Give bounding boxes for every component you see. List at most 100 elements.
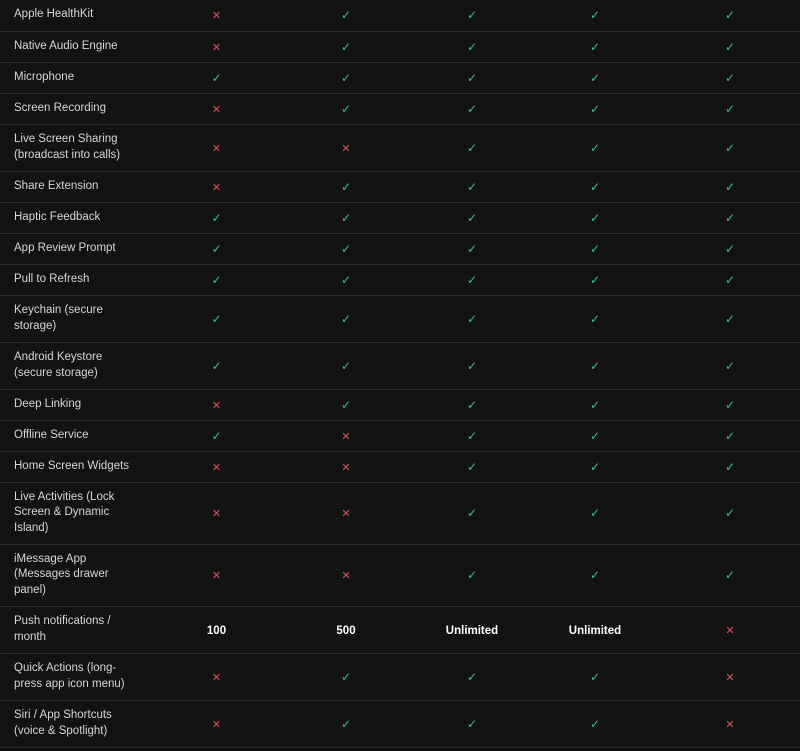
check-icon: ✓	[466, 716, 478, 731]
feature-name-cell: Live Screen Sharing (broadcast into calls…	[0, 124, 155, 172]
check-icon: ✓	[589, 140, 601, 155]
plan-1-cell: ✓	[155, 202, 278, 234]
table-row: Keychain (secure storage) ✓ ✓ ✓ ✓ ✓	[0, 295, 800, 343]
feature-name-line: Quick Actions (long-	[14, 662, 117, 675]
check-icon: ✓	[724, 241, 736, 256]
plan-1-cell: ✓	[155, 420, 278, 452]
table-row: iMessage App (Messages drawer panel) ✕ ✕ ✓ ✓ ✓	[0, 544, 800, 607]
plan-4-cell: ✓	[530, 451, 660, 483]
plan-4-cell: ✓	[530, 700, 660, 748]
value-text: Unlimited	[568, 624, 622, 637]
check-icon: ✓	[466, 210, 478, 225]
check-icon: ✓	[340, 101, 352, 116]
feature-name-cell: Keychain (secure storage)	[0, 295, 155, 343]
cross-icon: ✕	[341, 461, 351, 474]
plan-2-cell: ✓	[278, 295, 414, 343]
plan-2-cell: ✓	[278, 389, 414, 421]
check-icon: ✓	[589, 311, 601, 326]
plan-3-cell: ✓	[414, 264, 530, 296]
plan-5-cell: ✓	[660, 233, 800, 265]
plan-4-cell: ✓	[530, 389, 660, 421]
plan-2-cell: ✓	[278, 62, 414, 94]
plan-4-cell: ✓	[530, 264, 660, 296]
check-icon: ✓	[466, 241, 478, 256]
check-icon: ✓	[211, 272, 222, 287]
plan-3-cell: ✓	[414, 124, 530, 172]
check-icon: ✓	[340, 241, 352, 256]
feature-name-cell: Microphone	[0, 62, 155, 94]
plan-3-cell: ✓	[414, 93, 530, 125]
value-text: Unlimited	[445, 624, 499, 637]
feature-name-line: Deep Linking	[14, 397, 82, 410]
cross-icon: ✕	[725, 624, 735, 637]
check-icon: ✓	[589, 210, 601, 225]
plan-5-cell: ✓	[660, 389, 800, 421]
feature-comparison-table: Apple HealthKit ✕ ✓ ✓ ✓ ✓ Native Audio Engine ✕…	[0, 0, 800, 748]
plan-5-cell: ✓	[660, 420, 800, 452]
plan-1-cell: ✓	[155, 233, 278, 265]
check-icon: ✓	[466, 101, 478, 116]
check-icon: ✓	[589, 39, 601, 54]
check-icon: ✓	[340, 358, 352, 373]
feature-name-line: App Review Prompt	[14, 241, 116, 254]
check-icon: ✓	[724, 210, 736, 225]
plan-1-cell: ✕	[155, 653, 278, 701]
feature-name-line: Pull to Refresh	[14, 272, 90, 285]
plan-5-cell: ✓	[660, 264, 800, 296]
feature-name-cell: Screen Recording	[0, 93, 155, 125]
plan-4-cell: ✓	[530, 482, 660, 545]
check-icon: ✓	[589, 459, 601, 474]
check-icon: ✓	[589, 272, 601, 287]
plan-4-cell: ✓	[530, 124, 660, 172]
check-icon: ✓	[466, 568, 478, 583]
feature-name-cell: Siri / App Shortcuts (voice & Spotlight)	[0, 700, 155, 748]
feature-name-line: (broadcast into calls)	[14, 148, 121, 161]
plan-4-cell: ✓	[530, 295, 660, 343]
feature-name-line: panel)	[14, 584, 46, 597]
feature-name-line: Live Activities (Lock	[14, 490, 115, 503]
feature-name-line: Native Audio Engine	[14, 39, 118, 52]
table-row: Apple HealthKit ✕ ✓ ✓ ✓ ✓	[0, 0, 800, 32]
check-icon: ✓	[724, 397, 736, 412]
plan-2-cell: ✓	[278, 700, 414, 748]
plan-3-cell: ✓	[414, 342, 530, 390]
cross-icon: ✕	[211, 10, 222, 23]
check-icon: ✓	[724, 459, 736, 474]
check-icon: ✓	[724, 179, 736, 194]
feature-name-line: Live Screen Sharing	[14, 132, 118, 145]
feature-name-line: (secure storage)	[14, 366, 98, 379]
check-icon: ✓	[466, 428, 478, 443]
check-icon: ✓	[211, 210, 222, 225]
plan-2-cell: ✓	[278, 233, 414, 265]
table-row: App Review Prompt ✓ ✓ ✓ ✓ ✓	[0, 233, 800, 265]
plan-5-cell: ✓	[660, 544, 800, 607]
plan-3-cell: ✓	[414, 653, 530, 701]
check-icon: ✓	[466, 506, 478, 521]
feature-name-line: press app icon menu)	[14, 677, 125, 690]
check-icon: ✓	[211, 70, 222, 85]
plan-2-cell: ✕	[278, 420, 414, 452]
feature-name-line: Screen Recording	[14, 101, 107, 114]
cross-icon: ✕	[211, 671, 222, 684]
plan-2-cell: ✓	[278, 0, 414, 32]
plan-4-cell: Unlimited	[530, 606, 660, 654]
check-icon: ✓	[724, 506, 736, 521]
plan-4-cell: ✓	[530, 0, 660, 32]
plan-1-cell: ✓	[155, 62, 278, 94]
plan-5-cell: ✓	[660, 31, 800, 63]
check-icon: ✓	[589, 358, 601, 373]
table-row: Pull to Refresh ✓ ✓ ✓ ✓ ✓	[0, 264, 800, 296]
check-icon: ✓	[466, 669, 478, 684]
check-icon: ✓	[724, 428, 736, 443]
plan-5-cell: ✓	[660, 482, 800, 545]
table-body: Apple HealthKit ✕ ✓ ✓ ✓ ✓ Native Audio Engine ✕…	[0, 0, 800, 748]
plan-2-cell: ✓	[278, 31, 414, 63]
plan-3-cell: ✓	[414, 202, 530, 234]
plan-2-cell: ✓	[278, 171, 414, 203]
plan-4-cell: ✓	[530, 420, 660, 452]
plan-2-cell: ✓	[278, 264, 414, 296]
check-icon: ✓	[724, 568, 736, 583]
check-icon: ✓	[211, 428, 222, 443]
check-icon: ✓	[589, 506, 601, 521]
value-text: 500	[336, 624, 356, 637]
